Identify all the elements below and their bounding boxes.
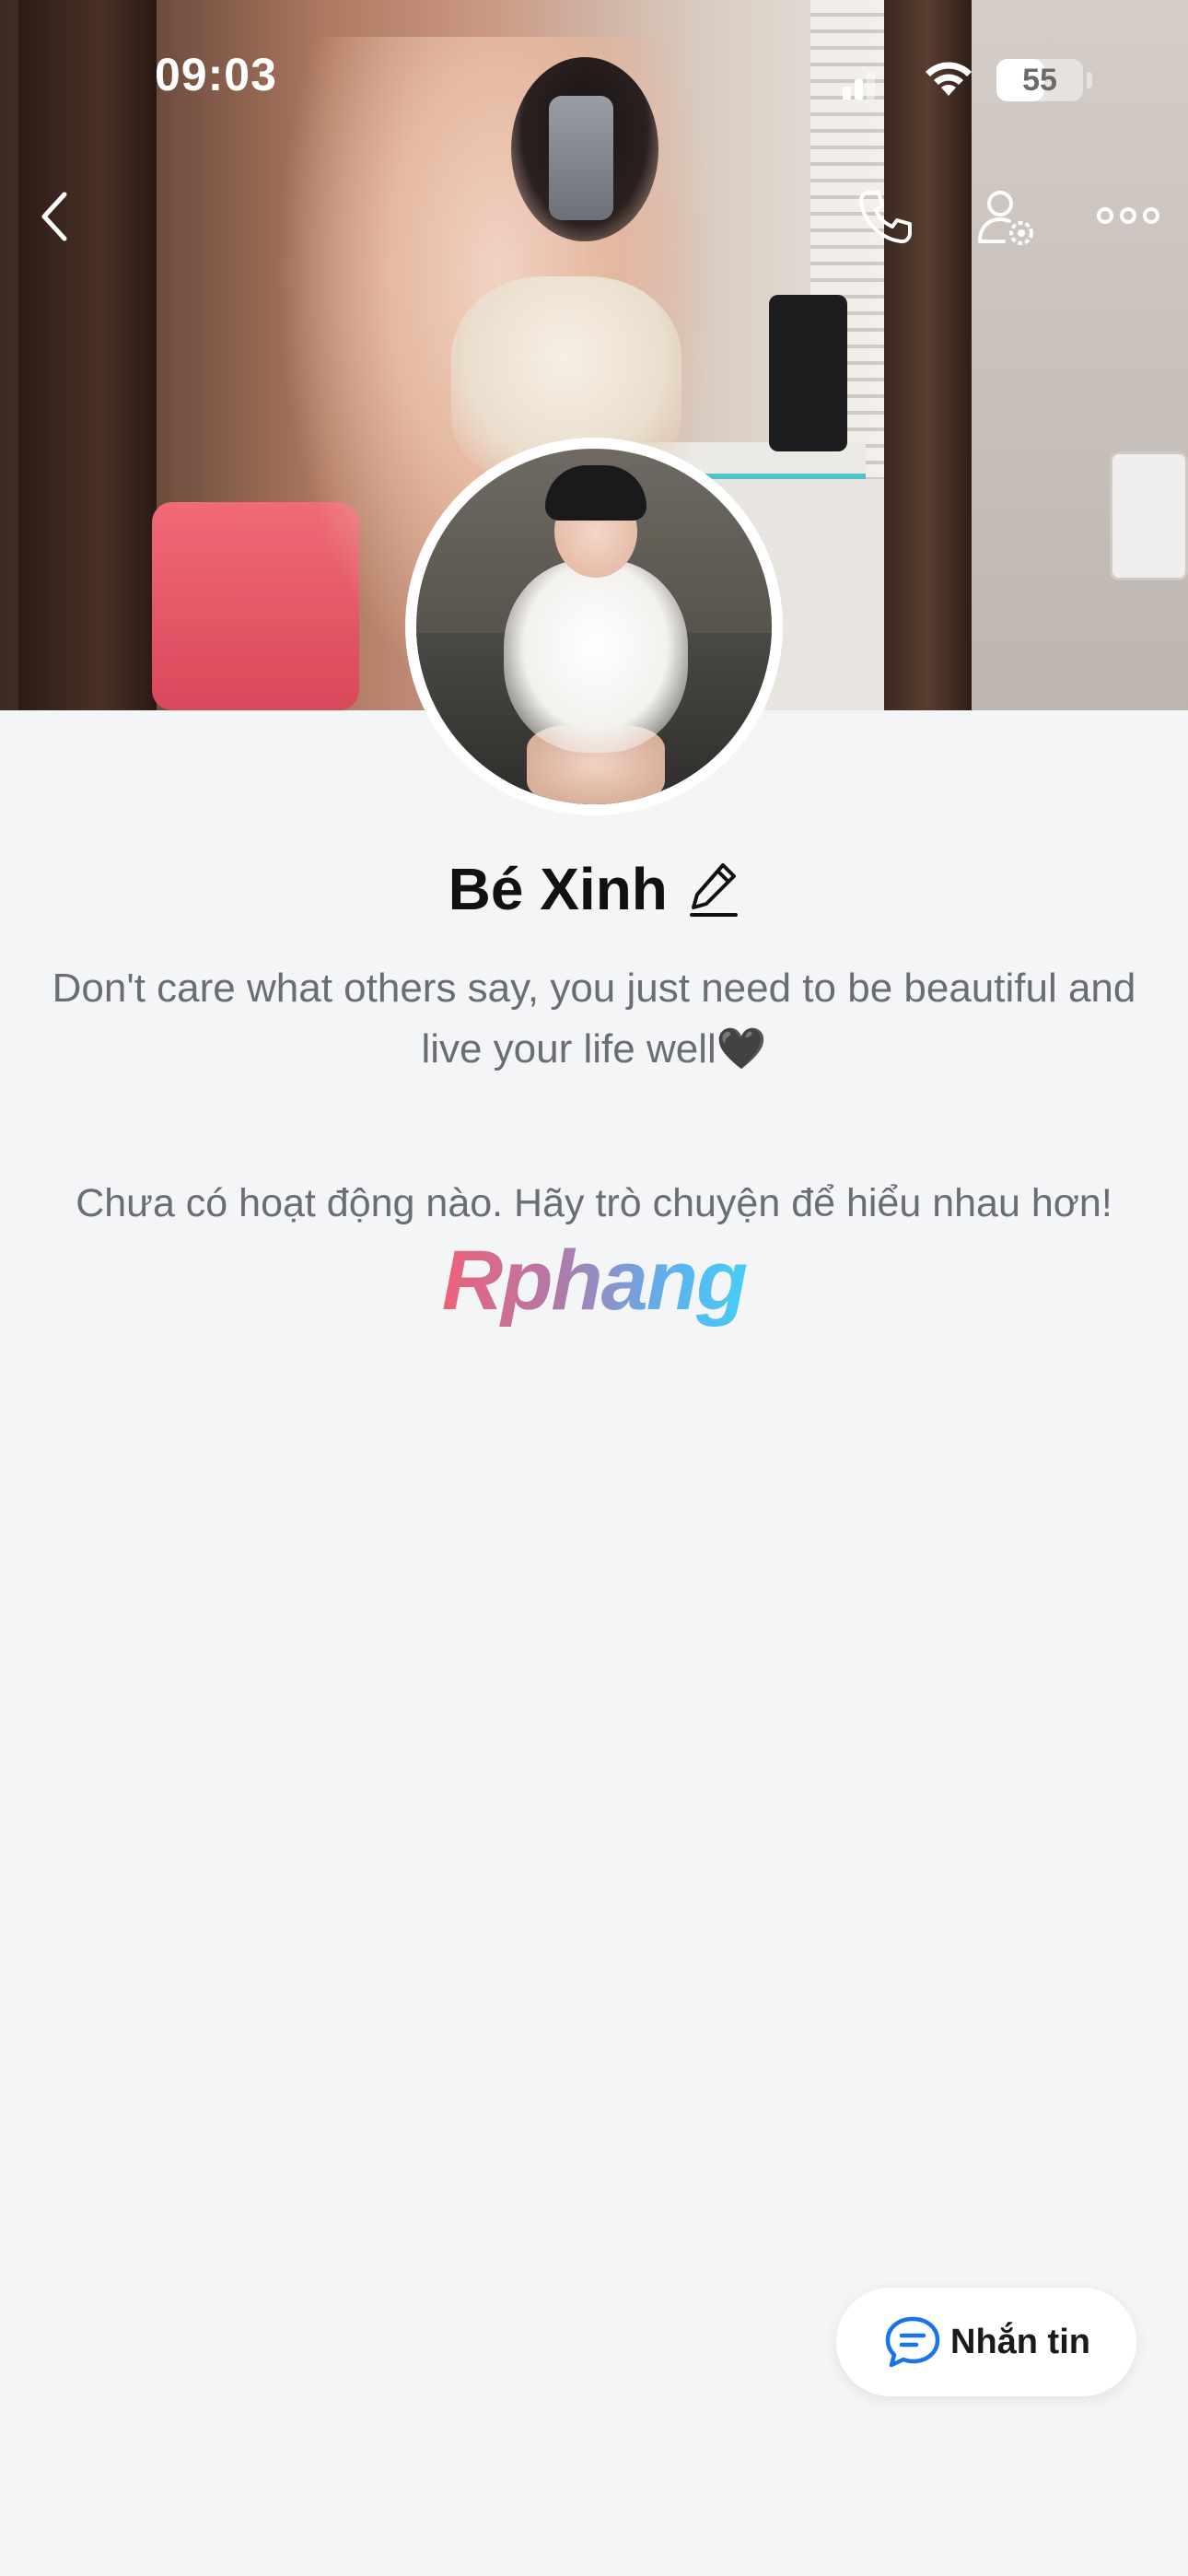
avatar-photo xyxy=(416,449,772,804)
send-message-label: Nhắn tin xyxy=(950,2323,1090,2361)
user-settings-icon[interactable] xyxy=(976,188,1037,249)
profile-bio: Don't care what others say, you just nee… xyxy=(52,966,1136,1071)
pencil-icon[interactable] xyxy=(688,860,740,919)
profile-name-row: Bé Xinh xyxy=(0,855,1188,938)
chevron-left-icon[interactable] xyxy=(37,189,74,244)
battery-icon: 55 xyxy=(996,59,1083,101)
status-time: 09:03 xyxy=(155,49,277,100)
cover-photo-detail xyxy=(884,0,972,710)
cover-photo-detail xyxy=(972,0,1188,710)
watermark-logo: Rphang xyxy=(414,1235,774,1327)
battery-tip xyxy=(1087,72,1092,88)
cover-photo-detail xyxy=(769,295,847,451)
empty-activity-message: Chưa có hoạt động nào. Hãy trò chuyện để… xyxy=(76,1181,1112,1225)
profile-name: Bé Xinh xyxy=(448,856,668,922)
more-horizontal-icon[interactable] xyxy=(1096,205,1160,227)
chat-bubble-icon xyxy=(884,2315,941,2369)
send-message-button[interactable]: Nhắn tin xyxy=(836,2288,1136,2396)
cover-photo-detail xyxy=(18,0,157,710)
avatar[interactable] xyxy=(405,438,783,815)
phone-icon[interactable] xyxy=(856,189,914,246)
cover-photo-detail xyxy=(549,96,613,220)
cover-photo-detail xyxy=(1110,451,1188,580)
profile-page: 09:03 55 Bé Xinh Don't care what others … xyxy=(0,0,1188,2576)
cellular-signal-icon xyxy=(843,68,879,100)
battery-percent: 55 xyxy=(1022,63,1057,98)
wifi-icon xyxy=(921,55,976,100)
